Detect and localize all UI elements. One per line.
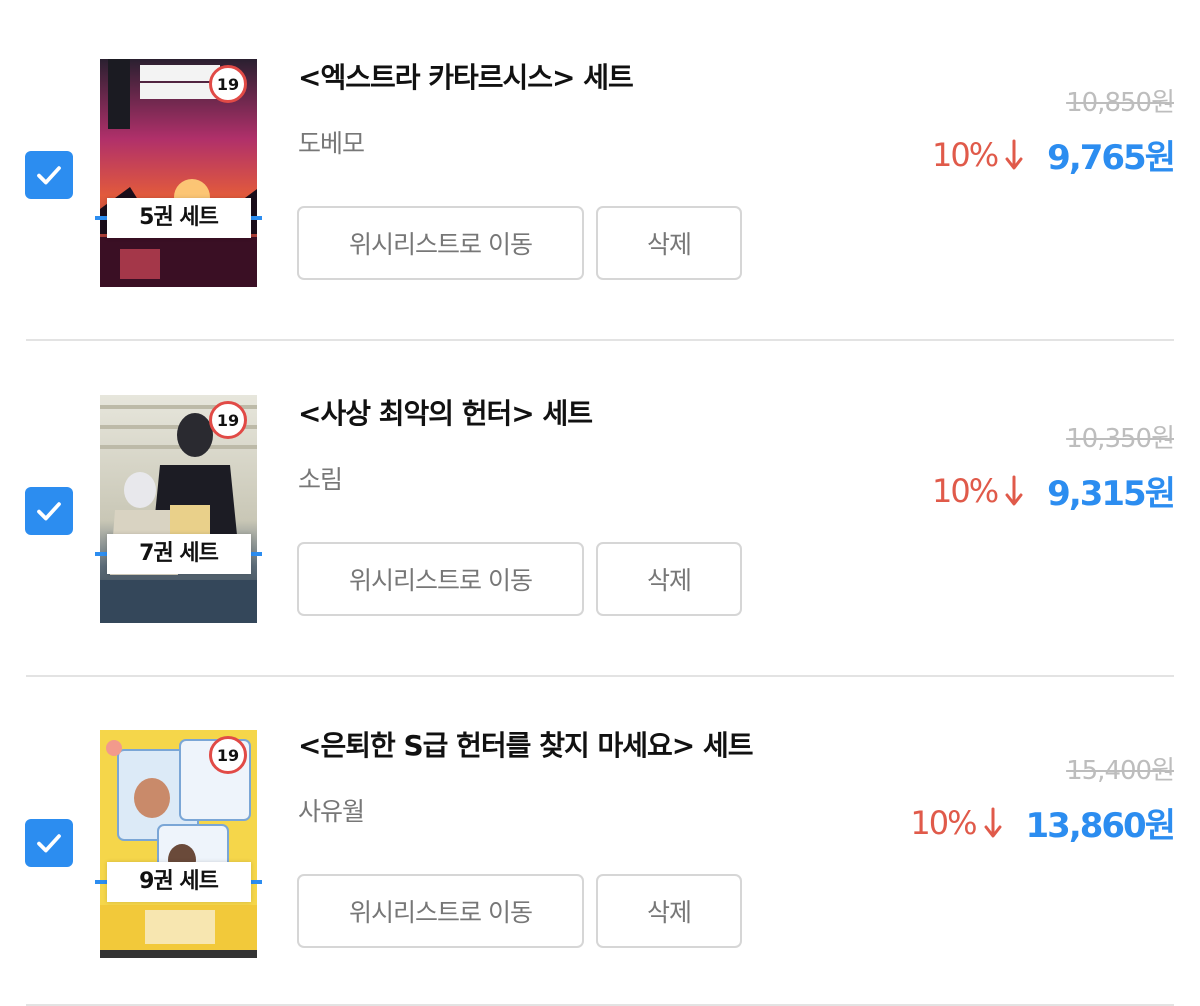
price-row: 10% 9,315원 (932, 466, 1176, 515)
checkmark-icon (37, 502, 61, 521)
cart-item: 19 9권 세트 <은퇴한 S급 헌터를 찾지 마세요> 세트 사유월 위시리스… (0, 668, 1200, 1006)
book-cover[interactable]: 19 (100, 395, 257, 623)
age-rating-badge: 19 (209, 401, 247, 439)
set-badge-label: 9권 세트 (106, 862, 251, 902)
original-price: 15,400원 (1066, 756, 1175, 786)
move-to-wishlist-button[interactable]: 위시리스트로 이동 (297, 874, 584, 948)
delete-button[interactable]: 삭제 (596, 542, 742, 616)
original-price: 10,350원 (1066, 424, 1175, 454)
item-checkbox[interactable] (25, 151, 73, 199)
set-badge: 9권 세트 (95, 862, 262, 902)
sale-price: 9,765원 (1047, 138, 1176, 178)
set-badge: 7권 세트 (95, 534, 262, 574)
arrow-down-icon (1005, 139, 1023, 169)
item-title[interactable]: <은퇴한 S급 헌터를 찾지 마세요> 세트 (298, 724, 753, 764)
checkmark-icon (37, 166, 61, 185)
item-checkbox[interactable] (25, 487, 73, 535)
age-rating-badge: 19 (209, 736, 247, 774)
age-rating-badge: 19 (209, 65, 247, 103)
move-to-wishlist-button[interactable]: 위시리스트로 이동 (297, 542, 584, 616)
set-badge: 5권 세트 (95, 198, 262, 238)
discount-rate: 10% (932, 471, 999, 510)
cart-list: 19 5권 세트 <엑스트라 카타르시스> 세트 도베모 위시리스트로 이동 삭… (0, 0, 1200, 1006)
price-row: 10% 13,860원 (910, 798, 1176, 847)
cart-item: 19 5권 세트 <엑스트라 카타르시스> 세트 도베모 위시리스트로 이동 삭… (0, 0, 1200, 341)
book-cover[interactable]: 19 (100, 730, 257, 958)
item-title[interactable]: <사상 최악의 헌터> 세트 (298, 392, 593, 432)
original-price: 10,850원 (1066, 88, 1175, 118)
discount-rate: 10% (932, 135, 999, 174)
delete-button[interactable]: 삭제 (596, 874, 742, 948)
sale-price: 9,315원 (1047, 474, 1176, 514)
item-author[interactable]: 도베모 (298, 124, 365, 160)
set-badge-label: 7권 세트 (106, 534, 251, 574)
book-cover[interactable]: 19 (100, 59, 257, 287)
move-to-wishlist-button[interactable]: 위시리스트로 이동 (297, 206, 584, 280)
item-author[interactable]: 사유월 (298, 792, 365, 828)
discount-rate: 10% (910, 803, 977, 842)
sale-price: 13,860원 (1025, 806, 1176, 846)
item-title[interactable]: <엑스트라 카타르시스> 세트 (298, 56, 634, 96)
set-badge-label: 5권 세트 (106, 198, 251, 238)
checkmark-icon (37, 834, 61, 853)
item-author[interactable]: 소림 (298, 460, 343, 496)
arrow-down-icon (1005, 475, 1023, 505)
price-row: 10% 9,765원 (932, 130, 1176, 179)
item-checkbox[interactable] (25, 819, 73, 867)
arrow-down-icon (984, 807, 1002, 837)
delete-button[interactable]: 삭제 (596, 206, 742, 280)
cart-item: 19 7권 세트 <사상 최악의 헌터> 세트 소림 위시리스트로 이동 삭제 … (0, 336, 1200, 677)
